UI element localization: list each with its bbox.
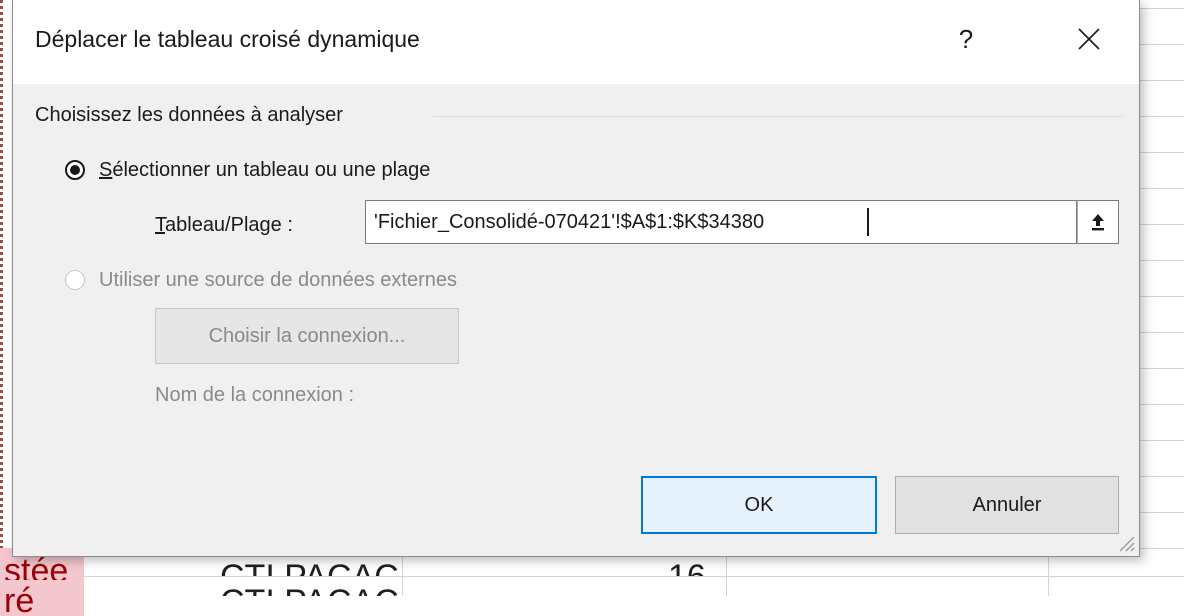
cancel-button[interactable]: Annuler xyxy=(895,476,1119,534)
row-gridline xyxy=(1140,476,1184,477)
row-gridline xyxy=(0,576,1184,577)
sheet-cell[interactable]: CTI PACAC xyxy=(220,556,399,576)
label-text: ableau/Plage : xyxy=(165,214,293,236)
row-gridline xyxy=(1140,44,1184,45)
row-gridline xyxy=(1140,80,1184,81)
accelerator-key: T xyxy=(155,214,165,236)
range-label: Tableau/Plage : xyxy=(155,214,293,237)
close-icon xyxy=(1078,28,1100,50)
row-gridline xyxy=(1140,512,1184,513)
row-gridline xyxy=(1140,152,1184,153)
row-gridline xyxy=(1140,224,1184,225)
resize-grip-icon[interactable] xyxy=(1117,534,1135,552)
radio-select-table[interactable] xyxy=(65,160,85,180)
row-gridline xyxy=(1140,404,1184,405)
sheet-cell[interactable]: CTI PACAC xyxy=(220,580,399,596)
row-gridline xyxy=(1140,368,1184,369)
text-cursor xyxy=(867,208,869,236)
help-button[interactable]: ? xyxy=(941,14,991,64)
group-divider xyxy=(433,116,1123,117)
group-label: Choisissez les données à analyser xyxy=(35,104,349,127)
row-gridline xyxy=(1140,260,1184,261)
row-header-border xyxy=(0,0,3,596)
dialog-titlebar: Déplacer le tableau croisé dynamique ? xyxy=(13,0,1139,84)
connection-name-label: Nom de la connexion : xyxy=(155,384,355,406)
label-text: électionner un tableau ou une plage xyxy=(112,159,431,181)
row-gridline xyxy=(1140,8,1184,9)
collapse-arrow-icon xyxy=(1092,214,1104,231)
row-gridline xyxy=(1140,188,1184,189)
close-button[interactable] xyxy=(1061,14,1117,64)
dialog-title: Déplacer le tableau croisé dynamique xyxy=(35,26,420,52)
sheet-cell[interactable]: 16 xyxy=(668,556,706,576)
sheet-cell-red[interactable]: ré xyxy=(0,580,84,616)
choose-connection-button[interactable]: Choisir la connexion... xyxy=(155,308,459,364)
radio-external-source[interactable] xyxy=(65,270,85,290)
row-gridline xyxy=(1140,548,1184,549)
accelerator-key: S xyxy=(99,159,113,181)
move-pivot-table-dialog: Déplacer le tableau croisé dynamique ? C… xyxy=(12,0,1140,557)
row-gridline xyxy=(1140,296,1184,297)
ok-button[interactable]: OK xyxy=(641,476,877,534)
table-range-input[interactable] xyxy=(365,200,1077,244)
row-gridline xyxy=(1140,116,1184,117)
row-gridline xyxy=(1140,440,1184,441)
collapse-dialog-button[interactable] xyxy=(1077,200,1119,244)
radio-external-source-label[interactable]: Utiliser une source de données externes xyxy=(99,269,457,292)
radio-select-table-label[interactable]: Sélectionner un tableau ou une plage xyxy=(99,159,430,182)
row-gridline xyxy=(1140,332,1184,333)
